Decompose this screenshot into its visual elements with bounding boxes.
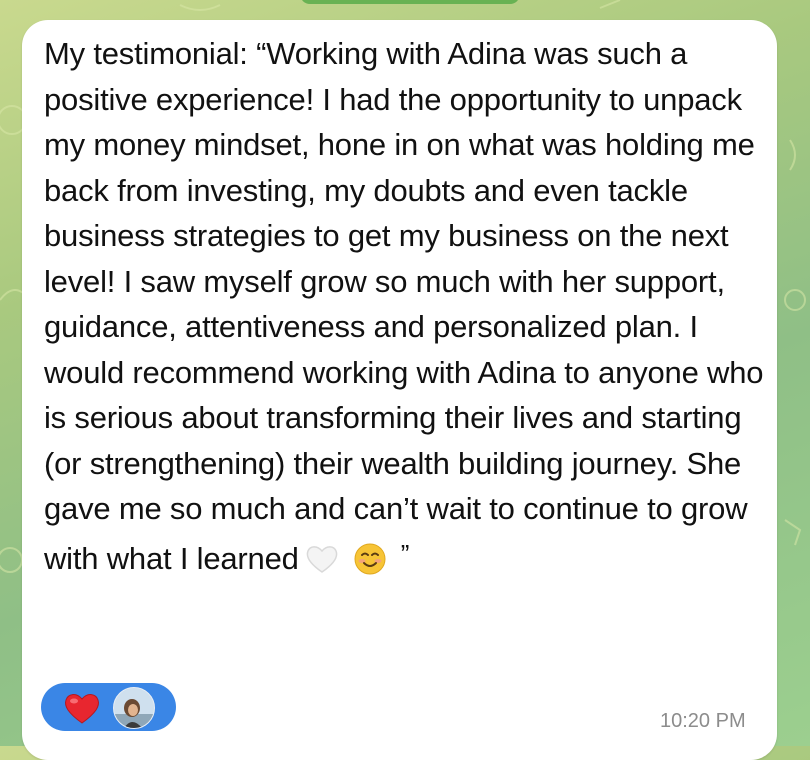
- closing-quote: ”: [400, 538, 410, 569]
- smiling-face-icon: [354, 543, 386, 574]
- message-timestamp: 10:20 PM: [660, 710, 746, 732]
- reactions-pill[interactable]: [41, 683, 176, 731]
- message-body: My testimonial: “Working with Adina was …: [44, 36, 764, 576]
- message-text: My testimonial: “Working with Adina was …: [44, 31, 764, 581]
- white-heart-icon: [306, 545, 337, 573]
- avatar-photo: [114, 688, 154, 728]
- heart-icon: [65, 694, 99, 724]
- previous-bubble-edge: [300, 0, 520, 4]
- avatar[interactable]: [113, 687, 155, 729]
